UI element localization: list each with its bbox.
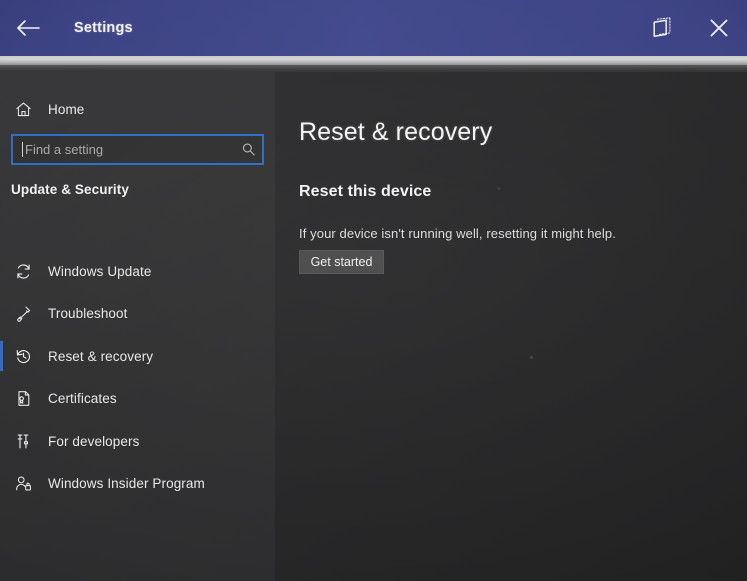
sidebar-home-label: Home [48,101,85,117]
back-arrow-icon [15,18,41,38]
screen-dust-speck [530,356,533,359]
sidebar-item-troubleshoot[interactable]: Troubleshoot [0,293,275,336]
home-icon [10,101,36,118]
sidebar-item-certificates[interactable]: Certificates [0,378,275,421]
sidebar-group-title: Update & Security [11,182,129,197]
sidebar-item-label: Windows Insider Program [48,476,205,492]
sidebar-item-label: Troubleshoot [48,306,128,322]
restore-window-button[interactable] [635,0,691,56]
close-icon [707,16,731,40]
sidebar-item-reset-recovery[interactable]: Reset & recovery [0,335,275,378]
settings-window: Settings Home Find a setting Update & Se… [0,0,747,581]
section-description: If your device isn't running well, reset… [299,226,616,241]
sidebar: Home Find a setting Update & Security Wi… [0,72,275,581]
sidebar-item-home[interactable]: Home [0,92,275,126]
sync-icon [10,263,36,280]
sidebar-item-label: Reset & recovery [48,348,154,364]
page-title: Reset & recovery [299,118,493,146]
title-bar: Settings [0,0,747,56]
certificate-icon [10,390,36,407]
window-body: Home Find a setting Update & Security Wi… [0,72,747,581]
text-cursor [22,142,23,157]
search-icon[interactable] [240,142,256,157]
search-placeholder: Find a setting [25,142,104,157]
sidebar-item-windows-update[interactable]: Windows Update [0,250,275,293]
person-insider-icon [10,475,36,492]
sidebar-item-for-developers[interactable]: For developers [0,420,275,463]
sidebar-item-label: Windows Update [48,263,152,279]
search-input[interactable]: Find a setting [11,134,264,165]
back-button[interactable] [0,0,56,56]
restore-window-icon [651,17,675,39]
wrench-icon [10,305,36,323]
close-button[interactable] [691,0,747,56]
sidebar-item-label: Certificates [48,391,117,407]
sidebar-item-windows-insider-program[interactable]: Windows Insider Program [0,463,275,506]
sidebar-item-label: For developers [48,433,140,449]
window-title: Settings [74,20,133,36]
screen-dust-speck [497,187,501,190]
sidebar-nav-list: Windows Update Troubleshoot Reset & reco… [0,250,275,505]
section-heading-reset-this-device: Reset this device [299,183,432,200]
history-icon [10,348,36,365]
developer-tools-icon [10,433,36,450]
monitor-bezel-highlight [0,56,747,65]
get-started-button[interactable]: Get started [299,250,384,274]
content-pane: Reset & recovery Reset this device If yo… [275,72,747,581]
